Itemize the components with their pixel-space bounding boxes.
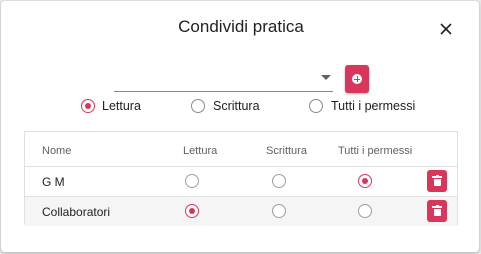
row1-radio-lettura[interactable]	[185, 174, 199, 188]
close-button[interactable]	[435, 18, 457, 40]
radio-scrittura[interactable]	[191, 99, 205, 113]
trash-icon	[432, 174, 442, 186]
row1-radio-tutti-permessi[interactable]	[358, 174, 372, 188]
row-name: G M	[42, 175, 65, 189]
user-select[interactable]	[114, 67, 333, 92]
radio-tutti-permessi[interactable]	[309, 99, 323, 113]
add-circle-icon	[352, 74, 362, 84]
table-divider	[25, 166, 457, 167]
row2-radio-tutti-permessi[interactable]	[358, 204, 372, 218]
header-scrittura: Scrittura	[266, 145, 307, 157]
row1-radio-scrittura[interactable]	[272, 174, 286, 188]
header-tutti-permessi: Tutti i permessi	[338, 145, 413, 157]
dialog-title: Condividi pratica	[178, 17, 304, 36]
radio-label-scrittura[interactable]: Scrittura	[213, 99, 260, 113]
row2-radio-lettura[interactable]	[185, 204, 199, 218]
add-user-button[interactable]	[345, 65, 369, 93]
row2-delete-button[interactable]	[427, 200, 447, 222]
radio-lettura[interactable]	[81, 99, 95, 113]
radio-label-tutti-permessi[interactable]: Tutti i permessi	[331, 99, 415, 113]
close-icon	[440, 23, 452, 35]
share-dialog: Condividi pratica Lettura Scrittura Tutt…	[1, 1, 479, 252]
trash-icon	[432, 204, 442, 216]
radio-label-lettura[interactable]: Lettura	[102, 99, 141, 113]
table-divider	[25, 196, 457, 197]
row2-radio-scrittura[interactable]	[272, 204, 286, 218]
header-nome: Nome	[42, 145, 72, 157]
dropdown-arrow-icon	[321, 75, 331, 80]
row-name: Collaboratori	[42, 205, 111, 219]
row1-delete-button[interactable]	[427, 170, 447, 192]
header-lettura: Lettura	[183, 145, 218, 157]
permissions-table: Nome Lettura Scrittura Tutti i permessi …	[24, 131, 458, 226]
